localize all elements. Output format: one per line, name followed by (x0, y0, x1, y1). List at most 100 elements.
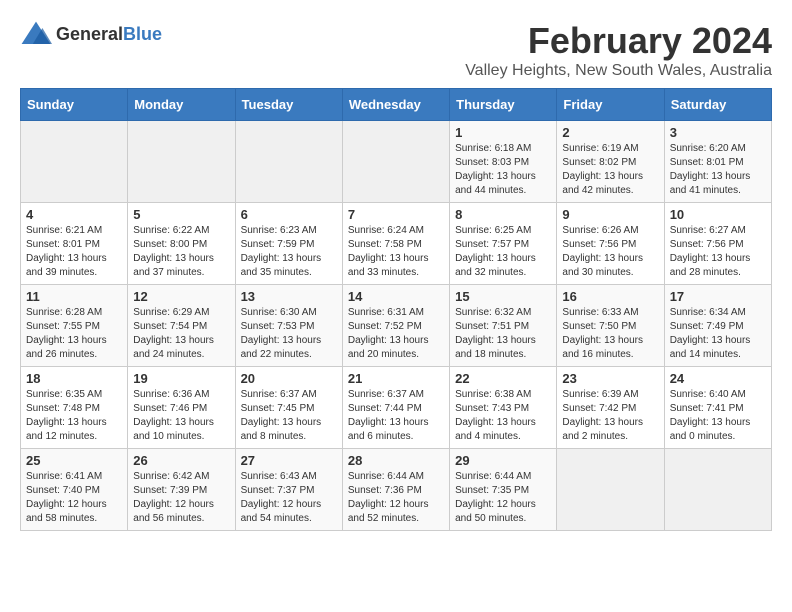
day-info: Sunrise: 6:29 AM Sunset: 7:54 PM Dayligh… (133, 306, 229, 362)
weekday-header-friday: Friday (557, 89, 664, 121)
calendar-cell (342, 121, 449, 203)
day-number: 8 (455, 207, 551, 222)
day-info: Sunrise: 6:33 AM Sunset: 7:50 PM Dayligh… (562, 306, 658, 362)
calendar-cell: 9 Sunrise: 6:26 AM Sunset: 7:56 PM Daylig… (557, 203, 664, 285)
day-info: Sunrise: 6:30 AM Sunset: 7:53 PM Dayligh… (241, 306, 337, 362)
logo-icon (20, 20, 52, 48)
calendar-cell: 16 Sunrise: 6:33 AM Sunset: 7:50 PM Dayli… (557, 285, 664, 367)
day-number: 14 (348, 289, 444, 304)
day-number: 29 (455, 453, 551, 468)
day-info: Sunrise: 6:31 AM Sunset: 7:52 PM Dayligh… (348, 306, 444, 362)
calendar-cell: 2 Sunrise: 6:19 AM Sunset: 8:02 PM Daylig… (557, 121, 664, 203)
day-info: Sunrise: 6:22 AM Sunset: 8:00 PM Dayligh… (133, 224, 229, 280)
day-number: 27 (241, 453, 337, 468)
day-info: Sunrise: 6:37 AM Sunset: 7:44 PM Dayligh… (348, 388, 444, 444)
day-number: 2 (562, 125, 658, 140)
logo-general: General (56, 24, 123, 44)
calendar-cell: 4Sunrise: 6:21 AM Sunset: 8:01 PM Daylig… (21, 203, 128, 285)
day-number: 7 (348, 207, 444, 222)
calendar-cell: 19Sunrise: 6:36 AM Sunset: 7:46 PM Dayli… (128, 367, 235, 449)
calendar-cell: 1Sunrise: 6:18 AM Sunset: 8:03 PM Daylig… (450, 121, 557, 203)
calendar-cell: 6 Sunrise: 6:23 AM Sunset: 7:59 PM Daylig… (235, 203, 342, 285)
calendar-cell: 3 Sunrise: 6:20 AM Sunset: 8:01 PM Daylig… (664, 121, 771, 203)
day-info: Sunrise: 6:35 AM Sunset: 7:48 PM Dayligh… (26, 388, 122, 444)
day-info: Sunrise: 6:34 AM Sunset: 7:49 PM Dayligh… (670, 306, 766, 362)
day-info: Sunrise: 6:19 AM Sunset: 8:02 PM Dayligh… (562, 142, 658, 198)
day-number: 24 (670, 371, 766, 386)
header: GeneralBlue February 2024 Valley Heights… (20, 20, 772, 80)
day-info: Sunrise: 6:39 AM Sunset: 7:42 PM Dayligh… (562, 388, 658, 444)
weekday-header-sunday: Sunday (21, 89, 128, 121)
calendar-cell: 26 Sunrise: 6:42 AM Sunset: 7:39 PM Dayli… (128, 449, 235, 531)
weekday-header-monday: Monday (128, 89, 235, 121)
calendar-cell: 10 Sunrise: 6:27 AM Sunset: 7:56 PM Dayli… (664, 203, 771, 285)
calendar-table: SundayMondayTuesdayWednesdayThursdayFrid… (20, 88, 772, 531)
day-number: 21 (348, 371, 444, 386)
day-number: 20 (241, 371, 337, 386)
day-number: 16 (562, 289, 658, 304)
day-number: 26 (133, 453, 229, 468)
calendar-cell: 25 Sunrise: 6:41 AM Sunset: 7:40 PM Dayli… (21, 449, 128, 531)
day-info: Sunrise: 6:25 AM Sunset: 7:57 PM Dayligh… (455, 224, 551, 280)
calendar-cell: 8 Sunrise: 6:25 AM Sunset: 7:57 PM Daylig… (450, 203, 557, 285)
calendar-cell (664, 449, 771, 531)
month-title: February 2024 (465, 20, 772, 62)
day-info: Sunrise: 6:44 AM Sunset: 7:35 PM Dayligh… (455, 470, 551, 526)
day-number: 1 (455, 125, 551, 140)
calendar-cell (235, 121, 342, 203)
day-number: 23 (562, 371, 658, 386)
day-info: Sunrise: 6:26 AM Sunset: 7:56 PM Dayligh… (562, 224, 658, 280)
calendar-cell: 29 Sunrise: 6:44 AM Sunset: 7:35 PM Dayli… (450, 449, 557, 531)
calendar-cell: 21 Sunrise: 6:37 AM Sunset: 7:44 PM Dayli… (342, 367, 449, 449)
day-number: 25 (26, 453, 122, 468)
day-info: Sunrise: 6:44 AM Sunset: 7:36 PM Dayligh… (348, 470, 444, 526)
day-number: 18 (26, 371, 122, 386)
day-info: Sunrise: 6:32 AM Sunset: 7:51 PM Dayligh… (455, 306, 551, 362)
location: Valley Heights, New South Wales, Austral… (465, 62, 772, 80)
day-info: Sunrise: 6:42 AM Sunset: 7:39 PM Dayligh… (133, 470, 229, 526)
calendar-cell: 14 Sunrise: 6:31 AM Sunset: 7:52 PM Dayli… (342, 285, 449, 367)
day-info: Sunrise: 6:21 AM Sunset: 8:01 PM Dayligh… (26, 224, 122, 280)
day-number: 11 (26, 289, 122, 304)
day-number: 5 (133, 207, 229, 222)
day-info: Sunrise: 6:24 AM Sunset: 7:58 PM Dayligh… (348, 224, 444, 280)
title-area: February 2024 Valley Heights, New South … (465, 20, 772, 80)
calendar-cell: 20 Sunrise: 6:37 AM Sunset: 7:45 PM Dayli… (235, 367, 342, 449)
day-info: Sunrise: 6:38 AM Sunset: 7:43 PM Dayligh… (455, 388, 551, 444)
logo: GeneralBlue (20, 20, 162, 48)
calendar-cell (21, 121, 128, 203)
day-number: 22 (455, 371, 551, 386)
calendar-cell: 17 Sunrise: 6:34 AM Sunset: 7:49 PM Dayli… (664, 285, 771, 367)
day-number: 3 (670, 125, 766, 140)
weekday-header-thursday: Thursday (450, 89, 557, 121)
calendar-cell (128, 121, 235, 203)
day-number: 15 (455, 289, 551, 304)
day-info: Sunrise: 6:20 AM Sunset: 8:01 PM Dayligh… (670, 142, 766, 198)
weekday-header-saturday: Saturday (664, 89, 771, 121)
day-info: Sunrise: 6:36 AM Sunset: 7:46 PM Dayligh… (133, 388, 229, 444)
calendar-cell: 15 Sunrise: 6:32 AM Sunset: 7:51 PM Dayli… (450, 285, 557, 367)
day-info: Sunrise: 6:27 AM Sunset: 7:56 PM Dayligh… (670, 224, 766, 280)
calendar-cell: 27 Sunrise: 6:43 AM Sunset: 7:37 PM Dayli… (235, 449, 342, 531)
calendar-cell: 7 Sunrise: 6:24 AM Sunset: 7:58 PM Daylig… (342, 203, 449, 285)
day-info: Sunrise: 6:41 AM Sunset: 7:40 PM Dayligh… (26, 470, 122, 526)
calendar-cell: 13 Sunrise: 6:30 AM Sunset: 7:53 PM Dayli… (235, 285, 342, 367)
calendar-cell: 22 Sunrise: 6:38 AM Sunset: 7:43 PM Dayli… (450, 367, 557, 449)
day-info: Sunrise: 6:37 AM Sunset: 7:45 PM Dayligh… (241, 388, 337, 444)
day-number: 17 (670, 289, 766, 304)
weekday-header-tuesday: Tuesday (235, 89, 342, 121)
day-info: Sunrise: 6:43 AM Sunset: 7:37 PM Dayligh… (241, 470, 337, 526)
day-number: 6 (241, 207, 337, 222)
calendar-cell: 18 Sunrise: 6:35 AM Sunset: 7:48 PM Dayli… (21, 367, 128, 449)
day-info: Sunrise: 6:23 AM Sunset: 7:59 PM Dayligh… (241, 224, 337, 280)
logo-blue: Blue (123, 24, 162, 44)
calendar-cell (557, 449, 664, 531)
day-number: 13 (241, 289, 337, 304)
day-number: 10 (670, 207, 766, 222)
calendar-cell: 24Sunrise: 6:40 AM Sunset: 7:41 PM Dayli… (664, 367, 771, 449)
weekday-header-wednesday: Wednesday (342, 89, 449, 121)
calendar-cell: 23 Sunrise: 6:39 AM Sunset: 7:42 PM Dayli… (557, 367, 664, 449)
day-number: 9 (562, 207, 658, 222)
calendar-cell: 5 Sunrise: 6:22 AM Sunset: 8:00 PM Daylig… (128, 203, 235, 285)
day-info: Sunrise: 6:28 AM Sunset: 7:55 PM Dayligh… (26, 306, 122, 362)
